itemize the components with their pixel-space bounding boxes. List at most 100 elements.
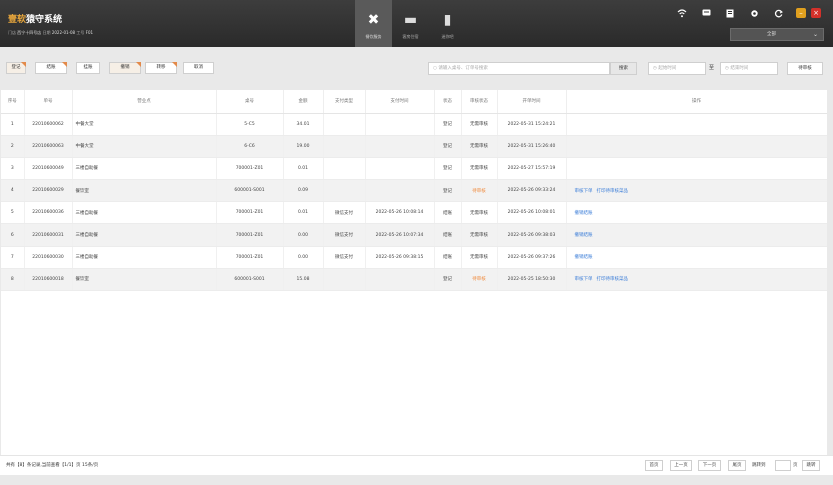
col-header[interactable]: 单号 bbox=[24, 90, 73, 114]
window-edge bbox=[827, 47, 833, 475]
operations-cell: 撤销结账 bbox=[566, 201, 828, 225]
status-cell: 结账 bbox=[434, 223, 462, 247]
page-unit: 页 bbox=[793, 463, 798, 468]
operation-link[interactable]: 撤销结账 bbox=[575, 255, 593, 260]
start-date-input[interactable]: ◷ 起始时间 bbox=[648, 62, 706, 75]
open-time-cell: 2022-05-26 09:37:26 bbox=[497, 246, 567, 269]
row-number-cell: 4 bbox=[1, 179, 25, 203]
payment-time-cell bbox=[365, 113, 435, 136]
checkout-button[interactable]: 结账 bbox=[35, 62, 67, 74]
open-time-cell: 2022-05-26 09:38:03 bbox=[497, 223, 567, 247]
page-number-input[interactable] bbox=[775, 460, 791, 471]
chevron-down-icon: ⌄ bbox=[812, 31, 818, 38]
col-header[interactable]: 状态 bbox=[434, 90, 462, 114]
operation-link[interactable]: 打印待审核菜品 bbox=[597, 189, 629, 194]
table-row[interactable]: 3 22010600049 三楼自助餐 700001-Z01 0.01 登记 无需审核 202… bbox=[1, 157, 828, 181]
row-number-cell: 1 bbox=[1, 113, 25, 136]
operation-link[interactable]: 撤销结账 bbox=[575, 233, 593, 238]
table-number-cell: 600001-S001 bbox=[216, 268, 284, 292]
minimize-button[interactable]: – bbox=[796, 8, 806, 18]
search-icon: ○ bbox=[433, 66, 437, 71]
open-time-cell: 2022-05-25 18:50:30 bbox=[497, 268, 567, 292]
col-header[interactable]: 序号 bbox=[1, 90, 25, 114]
table-row[interactable]: 4 22010600029 餐饮室 600001-S001 0.09 登记 待审核 2022-… bbox=[1, 179, 828, 203]
audit-status-cell: 待审核 bbox=[461, 268, 498, 292]
col-header[interactable]: 营业点 bbox=[72, 90, 217, 114]
next-page-button[interactable]: 下一页 bbox=[698, 460, 721, 471]
row-number-cell: 6 bbox=[1, 223, 25, 247]
col-header: 操作 bbox=[566, 90, 828, 114]
payment-time-cell bbox=[365, 135, 435, 158]
venue-select[interactable]: 全部 ⌄ bbox=[730, 28, 824, 41]
col-header[interactable]: 支付时间 bbox=[365, 90, 435, 114]
table-number-cell: 6-C6 bbox=[216, 135, 284, 158]
document-icon[interactable] bbox=[724, 9, 736, 19]
table-row[interactable]: 8 22010600018 餐饮室 600001-S001 15.08 登记 待审核 2022… bbox=[1, 268, 828, 292]
settings-icon[interactable] bbox=[748, 9, 760, 19]
search-button[interactable]: 搜索 bbox=[610, 62, 637, 75]
app-brand: 壹软猿守系统 bbox=[8, 12, 62, 25]
table-row[interactable]: 2 22010600063 中餐大堂 6-C6 19.00 登记 无需审核 2022-05-3… bbox=[1, 135, 828, 158]
go-button[interactable]: 跳转 bbox=[802, 460, 820, 471]
refresh-icon[interactable] bbox=[772, 9, 784, 19]
operations-cell: 撤销结账 bbox=[566, 223, 828, 247]
utensils-icon: ✖ bbox=[367, 12, 380, 28]
order-number-cell: 22010600031 bbox=[24, 223, 73, 247]
end-date-input[interactable]: ◷ 结束时间 bbox=[720, 62, 778, 75]
transfer-button[interactable]: 转移 bbox=[145, 62, 177, 74]
col-header[interactable]: 桌号 bbox=[216, 90, 284, 114]
payment-type-cell: 微信支付 bbox=[323, 246, 366, 269]
order-number-cell: 22010600063 bbox=[24, 135, 73, 158]
col-header[interactable]: 金额 bbox=[283, 90, 324, 114]
venue-select-value: 全部 bbox=[767, 32, 776, 37]
cancel-button[interactable]: 取消 bbox=[183, 62, 214, 74]
status-cell: 结账 bbox=[434, 201, 462, 225]
status-cell: 登记 bbox=[434, 135, 462, 158]
clock-icon: ◷ bbox=[653, 66, 657, 71]
col-header[interactable]: 开单时间 bbox=[497, 90, 567, 114]
last-page-button[interactable]: 尾页 bbox=[728, 460, 746, 471]
row-number-cell: 7 bbox=[1, 246, 25, 269]
prev-page-button[interactable]: 上一页 bbox=[670, 460, 692, 471]
col-header[interactable]: 支付类型 bbox=[323, 90, 366, 114]
undo-button[interactable]: 撤销 bbox=[109, 62, 141, 74]
end-date-placeholder: 结束时间 bbox=[730, 66, 749, 71]
table-row[interactable]: 7 22010600030 三楼自助餐 700001-Z01 0.00 微信支付 2022-… bbox=[1, 246, 828, 269]
order-number-cell: 22010600018 bbox=[24, 268, 73, 292]
table-row[interactable]: 1 22010600062 中餐大堂 5-C5 34.01 登记 无需审核 2022-05-3… bbox=[1, 113, 828, 136]
message-icon[interactable] bbox=[700, 9, 712, 19]
wifi-icon[interactable] bbox=[676, 9, 688, 19]
amount-cell: 0.09 bbox=[283, 179, 324, 203]
table-number-cell: 700001-Z01 bbox=[216, 223, 284, 247]
amount-cell: 0.00 bbox=[283, 223, 324, 247]
table-row[interactable]: 5 22010600036 三楼自助餐 700001-Z01 0.01 微信支付 2022-… bbox=[1, 201, 828, 225]
tab-label: 客房住宿 bbox=[402, 34, 419, 39]
search-input[interactable]: ○ 请输入桌号、订单号搜索 bbox=[428, 62, 610, 75]
amount-cell: 0.01 bbox=[283, 201, 324, 225]
bottom-strip bbox=[0, 475, 833, 485]
pending-review-button[interactable]: 待审核 bbox=[787, 62, 823, 75]
charge-button[interactable]: 挂账 bbox=[76, 62, 100, 74]
row-number-cell: 8 bbox=[1, 268, 25, 292]
col-header[interactable]: 审核状态 bbox=[461, 90, 498, 114]
store-value: 西宁十四号店 bbox=[17, 30, 42, 35]
table-row[interactable]: 6 22010600031 三楼自助餐 700001-Z01 0.00 微信支付 2022-… bbox=[1, 223, 828, 247]
operation-link[interactable]: 撤销结账 bbox=[575, 211, 593, 216]
operation-link[interactable]: 审核下单 bbox=[575, 277, 593, 282]
audit-status-cell: 无需审核 bbox=[461, 201, 498, 225]
register-button[interactable]: 登记 bbox=[6, 62, 26, 74]
tab-rooms[interactable]: ▬ 客房住宿 bbox=[392, 0, 429, 47]
operation-link[interactable]: 审核下单 bbox=[575, 189, 593, 194]
venue-cell: 三楼自助餐 bbox=[72, 246, 217, 269]
tab-dining[interactable]: ✖ 餐饮服务 bbox=[355, 0, 392, 47]
payment-time-cell: 2022-05-26 09:38:15 bbox=[365, 246, 435, 269]
table-number-cell: 600001-S001 bbox=[216, 179, 284, 203]
tab-minibar[interactable]: ▮ 迷你吧 bbox=[429, 0, 466, 47]
store-label: 门店 bbox=[8, 30, 16, 35]
orders-table: 序号 单号 营业点 桌号 金额 支付类型 支付时间 状态 审核状态 开单时间 操… bbox=[1, 90, 828, 292]
row-number-cell: 2 bbox=[1, 135, 25, 158]
operation-link[interactable]: 打印待审核菜品 bbox=[597, 277, 629, 282]
open-time-cell: 2022-05-31 15:24:21 bbox=[497, 113, 567, 136]
first-page-button[interactable]: 首页 bbox=[645, 460, 663, 471]
close-button[interactable]: × bbox=[811, 8, 821, 18]
